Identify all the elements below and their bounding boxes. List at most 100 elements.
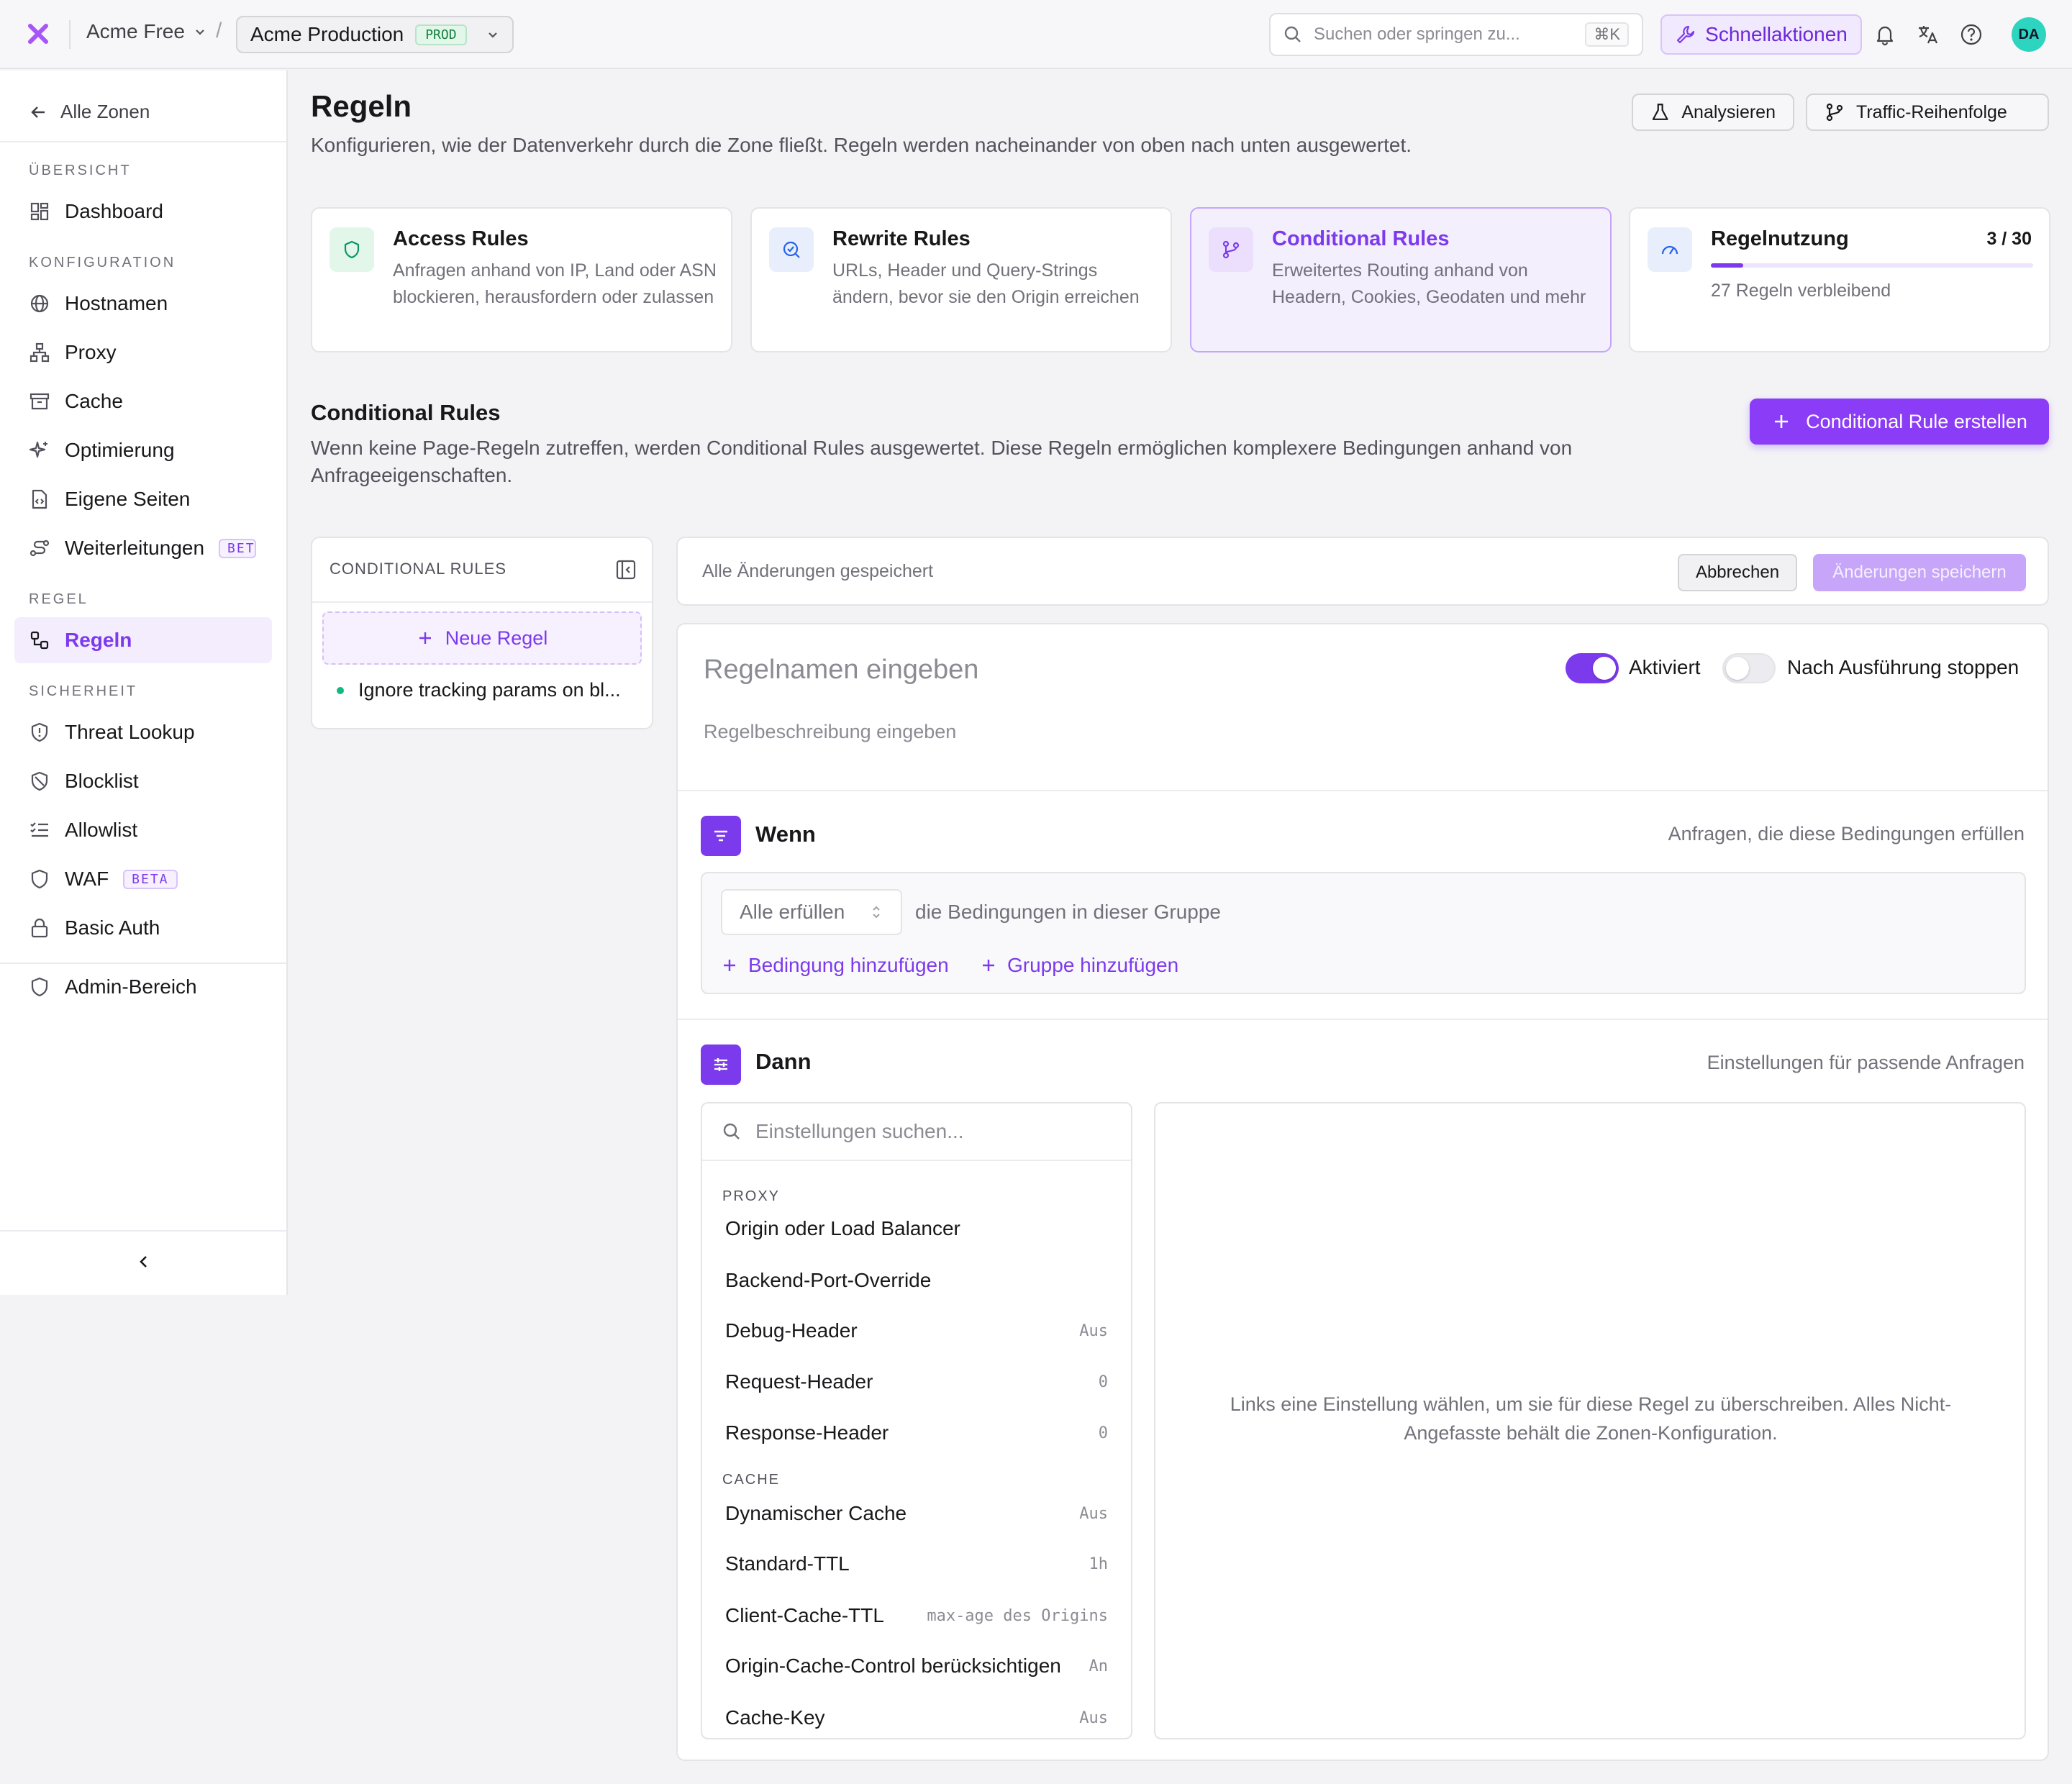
- setting-detail-pane: Links eine Einstellung wählen, um sie fü…: [1154, 1102, 2026, 1739]
- sidebar-item-custom-pages[interactable]: Eigene Seiten: [14, 476, 272, 522]
- enabled-toggle[interactable]: [1566, 653, 1619, 683]
- list-item[interactable]: Request-Header 0: [725, 1370, 1108, 1393]
- add-condition-button[interactable]: Bedingung hinzufügen: [721, 954, 949, 977]
- sidebar-item-threat-lookup[interactable]: Threat Lookup: [14, 709, 272, 755]
- setting-name: Dynamischer Cache: [725, 1502, 907, 1524]
- plus-icon: [724, 960, 735, 971]
- quick-actions-button[interactable]: Schnellaktionen: [1660, 14, 1862, 55]
- plus-icon: [1775, 415, 1789, 428]
- setting-value: An: [1089, 1657, 1109, 1675]
- chevron-down-icon: [196, 29, 204, 35]
- notifications-button[interactable]: [1872, 22, 1898, 47]
- sidebar-item-rules[interactable]: Regeln: [14, 617, 272, 663]
- search-shortcut: ⌘K: [1585, 22, 1629, 47]
- filter-icon: [701, 816, 741, 856]
- help-button[interactable]: [1958, 22, 1984, 47]
- analyze-button[interactable]: Analysieren: [1632, 94, 1794, 131]
- sidebar-item-proxy[interactable]: Proxy: [14, 329, 272, 376]
- list-item[interactable]: Dynamischer Cache Aus: [725, 1502, 1108, 1525]
- rule-name-input[interactable]: Regelnamen eingeben: [704, 655, 978, 686]
- cancel-button[interactable]: Abbrechen: [1678, 554, 1797, 591]
- card-description: Anfragen anhand von IP, Land oder ASN bl…: [393, 260, 717, 307]
- list-item[interactable]: Debug-Header Aus: [725, 1319, 1108, 1342]
- shield-icon: [31, 869, 48, 889]
- global-search[interactable]: Suchen oder springen zu... ⌘K: [1269, 13, 1643, 56]
- sidebar-item-label: WAF: [65, 868, 109, 890]
- sidebar-section-config: KONFIGURATION: [29, 255, 176, 270]
- sidebar-item-label: Regeln: [65, 629, 132, 651]
- access-rules-card[interactable]: Access Rules Anfragen anhand von IP, Lan…: [311, 207, 732, 352]
- search-icon: [723, 1123, 740, 1139]
- sidebar-item-optimization[interactable]: Optimierung: [14, 427, 272, 473]
- sparkles-icon: [29, 441, 47, 458]
- language-button[interactable]: [1915, 22, 1941, 47]
- flask-icon: [1652, 104, 1668, 120]
- sidebar-item-hostnames[interactable]: Hostnamen: [14, 281, 272, 327]
- sidebar-item-cache[interactable]: Cache: [14, 378, 272, 424]
- sidebar-item-waf[interactable]: WAF BETA: [14, 856, 272, 902]
- new-rule-button[interactable]: Neue Regel: [322, 611, 642, 665]
- org-switcher[interactable]: Acme Free: [86, 20, 206, 43]
- lock-icon: [31, 918, 48, 938]
- sidebar-item-allowlist[interactable]: Allowlist: [14, 807, 272, 853]
- section-description: Wenn keine Page-Regeln zutreffen, werden…: [311, 437, 1573, 486]
- avatar[interactable]: DA: [2012, 17, 2046, 52]
- list-item[interactable]: Client-Cache-TTL max-age des Origins: [725, 1604, 1108, 1627]
- setting-value: 0: [1098, 1424, 1108, 1442]
- list-item[interactable]: Origin-Cache-Control berücksichtigen An: [725, 1655, 1108, 1678]
- page-subtitle: Konfigurieren, wie der Datenverkehr durc…: [311, 134, 1412, 156]
- zone-name: Acme Production: [250, 23, 404, 45]
- create-conditional-rule-button[interactable]: Conditional Rule erstellen: [1750, 399, 2049, 445]
- list-item[interactable]: Backend-Port-Override: [725, 1269, 1108, 1292]
- list-item[interactable]: Ignore tracking params on bl...: [337, 679, 621, 701]
- rule-description-input[interactable]: Regelbeschreibung eingeben: [704, 721, 956, 743]
- sidebar-item-label: Allowlist: [65, 819, 138, 841]
- collapse-sidebar-icon[interactable]: [130, 1247, 158, 1276]
- sidebar-item-redirects[interactable]: Weiterleitungen BETA: [14, 525, 272, 571]
- sidebar-item-admin[interactable]: Admin-Bereich: [14, 964, 272, 1010]
- zone-switcher[interactable]: Acme Production PROD: [236, 16, 514, 53]
- plus-icon: [983, 960, 994, 971]
- traffic-order-button[interactable]: Traffic-Reihenfolge: [1806, 94, 2049, 131]
- list-check-icon: [30, 822, 48, 837]
- org-name: Acme Free: [86, 20, 185, 42]
- usage-progress-fill: [1711, 263, 1743, 268]
- add-group-button[interactable]: Gruppe hinzufügen: [980, 954, 1178, 977]
- list-item[interactable]: Response-Header 0: [725, 1421, 1108, 1444]
- translate-icon: [1919, 26, 1938, 44]
- sidebar-item-label: Cache: [65, 390, 123, 412]
- rule-editor: Regelnamen eingeben Aktiviert Nach Ausfü…: [676, 623, 2049, 1761]
- rule-usage-card: Regelnutzung 3 / 30 27 Regeln verbleiben…: [1629, 207, 2050, 352]
- sidebar-item-blocklist[interactable]: Blocklist: [14, 758, 272, 804]
- breadcrumb-separator: /: [216, 19, 222, 42]
- sidebar-item-basic-auth[interactable]: Basic Auth: [14, 905, 272, 951]
- app-logo-icon[interactable]: [26, 22, 50, 46]
- then-hint: Einstellungen für passende Anfragen: [1707, 1052, 2025, 1073]
- match-mode-select[interactable]: Alle erfüllen: [721, 889, 902, 935]
- settings-category-cache: CACHE: [722, 1472, 781, 1488]
- sidebar-item-dashboard[interactable]: Dashboard: [14, 188, 272, 235]
- match-description: die Bedingungen in dieser Gruppe: [915, 901, 1221, 923]
- setting-name: Debug-Header: [725, 1319, 858, 1342]
- sidebar-item-label: Hostnamen: [65, 292, 168, 314]
- sidebar-item-label: Admin-Bereich: [65, 975, 197, 998]
- list-item[interactable]: Origin oder Load Balancer: [725, 1217, 1108, 1240]
- shield-icon: [330, 227, 374, 272]
- sidebar-section-rule: REGEL: [29, 591, 88, 607]
- setting-value: Aus: [1079, 1321, 1108, 1340]
- card-title: Access Rules: [393, 227, 529, 250]
- settings-search-input[interactable]: Einstellungen suchen...: [702, 1103, 1131, 1161]
- page-title: Regeln: [311, 89, 412, 123]
- conditional-rules-card[interactable]: Conditional Rules Erweitertes Routing an…: [1190, 207, 1612, 352]
- list-item[interactable]: Cache-Key Aus: [725, 1706, 1108, 1729]
- rewrite-rules-card[interactable]: Rewrite Rules URLs, Header und Query-Str…: [750, 207, 1172, 352]
- panel-collapse-icon[interactable]: [614, 558, 637, 581]
- route-icon: [29, 540, 50, 557]
- list-item[interactable]: Standard-TTL 1h: [725, 1552, 1108, 1575]
- usage-progress-bar: [1711, 263, 2033, 268]
- save-button[interactable]: Änderungen speichern: [1813, 554, 2026, 591]
- stop-after-toggle[interactable]: [1722, 653, 1776, 683]
- topbar-divider: [69, 20, 71, 49]
- back-to-zones-link[interactable]: Alle Zonen: [29, 101, 150, 123]
- shield-off-icon: [31, 771, 48, 791]
